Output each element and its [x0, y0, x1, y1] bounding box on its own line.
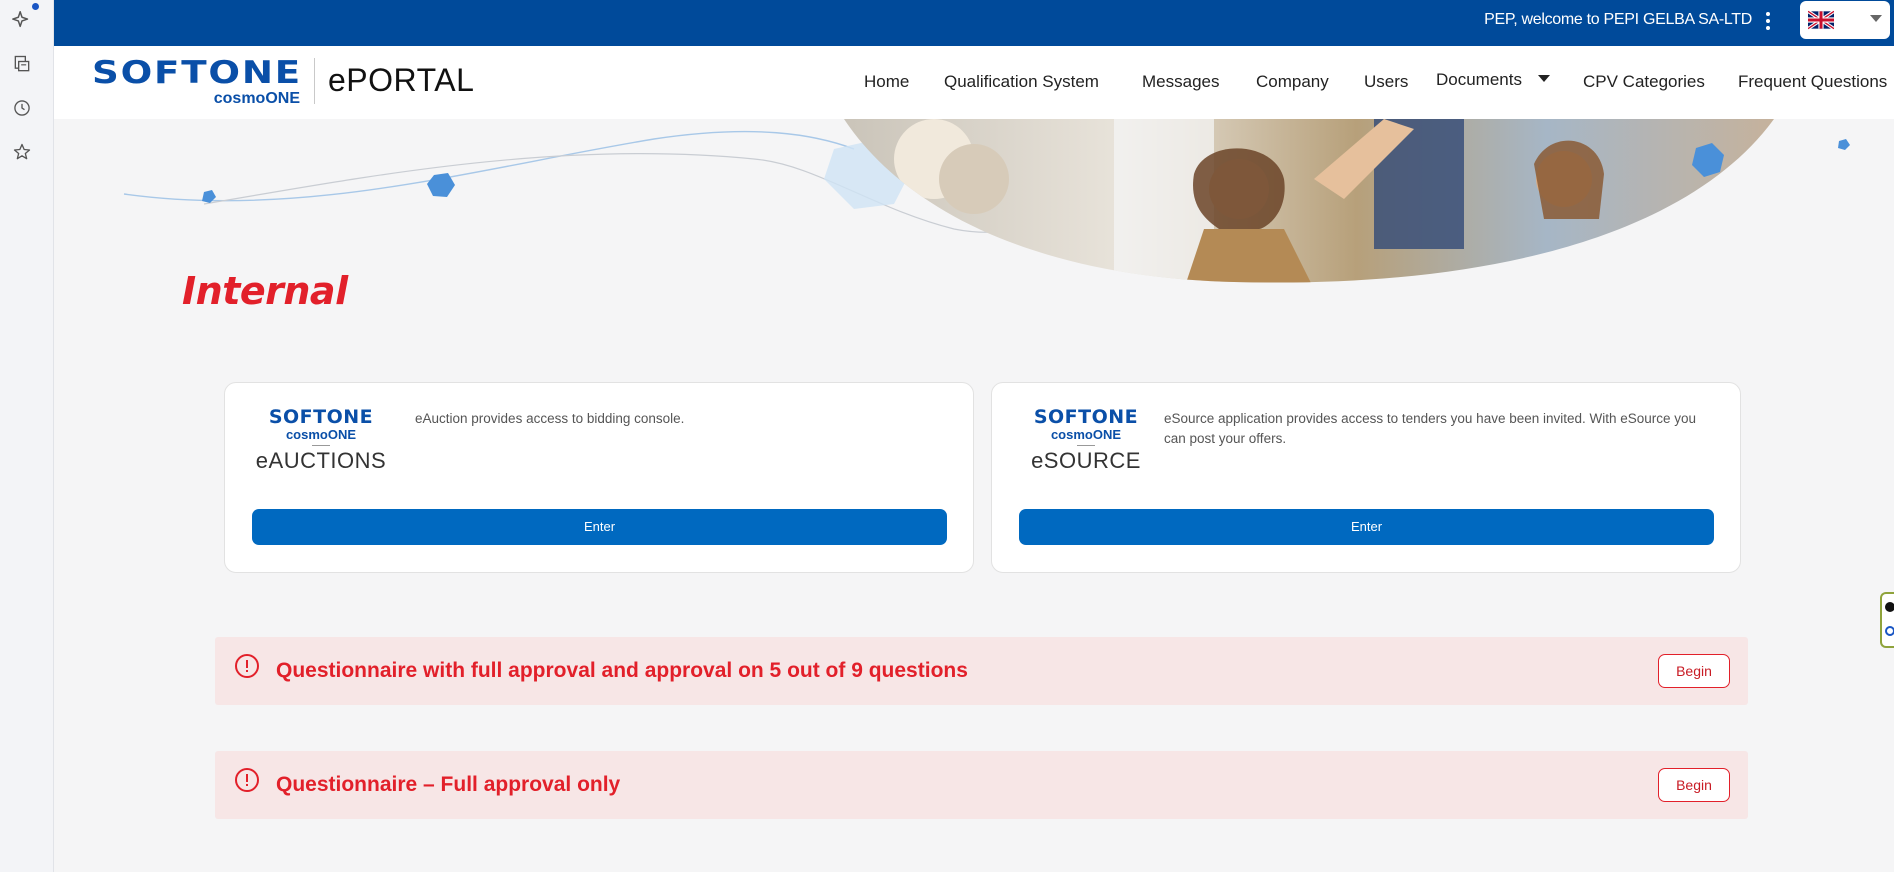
- begin-button[interactable]: Begin: [1658, 654, 1730, 688]
- chevron-down-icon: [1870, 15, 1882, 22]
- eauctions-logo: SOFTONE cosmoONE eAUCTIONS: [251, 407, 391, 474]
- sparkle-icon[interactable]: [10, 8, 34, 32]
- site-header: SOFTONE cosmoONE ePORTAL Home Qualificat…: [54, 46, 1894, 119]
- favorites-star-icon[interactable]: [10, 140, 34, 164]
- nav-documents[interactable]: Documents: [1436, 70, 1550, 90]
- nav-frequent-questions[interactable]: Frequent Questions: [1738, 72, 1887, 92]
- floating-accessibility-widget[interactable]: [1880, 592, 1894, 648]
- begin-button[interactable]: Begin: [1658, 768, 1730, 802]
- card-logo-brand: SOFTONE: [268, 406, 374, 428]
- card-app-name: eAUCTIONS: [255, 448, 387, 473]
- nav-cpv-categories[interactable]: CPV Categories: [1583, 72, 1705, 92]
- card-logo-sub: cosmoONE: [1050, 427, 1122, 442]
- nav-messages[interactable]: Messages: [1142, 72, 1219, 92]
- language-selector[interactable]: [1800, 1, 1890, 39]
- history-icon[interactable]: [10, 96, 34, 120]
- close-icon[interactable]: [1885, 602, 1894, 612]
- chevron-down-icon: [1537, 75, 1550, 83]
- card-description: eAuction provides access to bidding cons…: [415, 411, 685, 426]
- nav-home[interactable]: Home: [864, 72, 909, 92]
- more-options-icon[interactable]: [1762, 10, 1774, 32]
- reading-list-icon[interactable]: [10, 52, 34, 76]
- top-bar: PEP, welcome to PEPI GELBA SA-LTD: [54, 0, 1894, 46]
- questionnaire-title: Questionnaire – Full approval only: [276, 773, 621, 796]
- notification-dot: [32, 3, 39, 10]
- eauctions-card: SOFTONE cosmoONE eAUCTIONS eAuction prov…: [224, 382, 974, 573]
- globe-icon[interactable]: [1885, 626, 1894, 636]
- main-nav: Home Qualification System Messages Compa…: [54, 46, 1894, 119]
- card-logo-brand: SOFTONE: [1033, 406, 1139, 428]
- questionnaire-alert: Questionnaire – Full approval only Begin: [215, 751, 1748, 819]
- card-logo-sub: cosmoONE: [285, 427, 357, 442]
- welcome-text: PEP, welcome to PEPI GELBA SA-LTD: [1484, 11, 1752, 28]
- questionnaire-title: Questionnaire with full approval and app…: [276, 659, 968, 682]
- nav-company[interactable]: Company: [1256, 72, 1329, 92]
- esource-card: SOFTONE cosmoONE eSOURCE eSource applica…: [991, 382, 1741, 573]
- card-logo-divider: [312, 445, 330, 446]
- main-content: Internal SOFTONE cosmoONE eAUCTIONS eAuc…: [54, 119, 1894, 872]
- esource-enter-button[interactable]: Enter: [1019, 509, 1714, 545]
- page-title: Internal: [182, 269, 348, 313]
- eauctions-enter-button[interactable]: Enter: [252, 509, 947, 545]
- esource-logo: SOFTONE cosmoONE eSOURCE: [1016, 407, 1156, 474]
- alert-circle-icon: [235, 654, 259, 678]
- uk-flag-icon: [1807, 9, 1835, 35]
- nav-users[interactable]: Users: [1364, 72, 1408, 92]
- questionnaire-alert: Questionnaire with full approval and app…: [215, 637, 1748, 705]
- card-logo-divider: [1077, 445, 1095, 446]
- nav-documents-label: Documents: [1436, 70, 1522, 89]
- alert-circle-icon: [235, 768, 259, 792]
- card-app-name: eSOURCE: [1031, 448, 1141, 473]
- nav-qualification-system[interactable]: Qualification System: [944, 72, 1099, 92]
- browser-side-rail: [0, 0, 54, 872]
- card-description: eSource application provides access to t…: [1164, 411, 1697, 446]
